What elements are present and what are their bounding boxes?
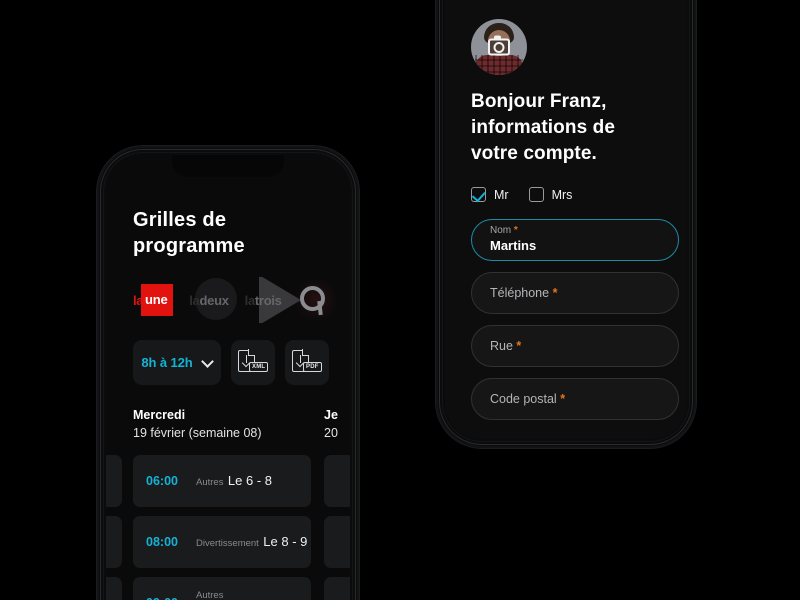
- salutation-group: Mr Mrs: [471, 187, 572, 202]
- list-item[interactable]: [324, 516, 350, 568]
- document-download-icon: PDF: [291, 349, 323, 376]
- day-name: Mercredi: [133, 408, 186, 422]
- checkbox-mrs[interactable]: Mrs: [528, 187, 573, 202]
- download-pdf-button[interactable]: PDF: [285, 340, 329, 385]
- phone-mockup-schedule: Grilles de programme la une ladeux latro…: [97, 146, 359, 600]
- slot-category: Autres: [196, 477, 224, 488]
- schedule-grid: 06:00 Autres Le 6 - 8 08:00 Divertisseme…: [106, 455, 350, 600]
- day-header-current: Mercredi 19 février (semaine 08): [133, 408, 262, 440]
- rue-field-label: Rue *: [490, 338, 522, 353]
- channel-tab-la-deux[interactable]: ladeux: [189, 278, 238, 321]
- channel-tab-o[interactable]: [293, 277, 338, 323]
- channel-label-la-deux: ladeux: [189, 292, 229, 308]
- table-row[interactable]: 09:00 Autres C'est vous qui le dites: [133, 577, 311, 600]
- account-form: Nom * Martins Téléphone * Rue * Code pos…: [471, 219, 679, 431]
- code-postal-field-label: Code postal *: [490, 391, 566, 406]
- list-item[interactable]: [324, 577, 350, 600]
- schedule-column-previous: [106, 455, 122, 600]
- avatar[interactable]: [471, 19, 527, 75]
- telephone-field[interactable]: Téléphone *: [471, 272, 679, 314]
- rue-field[interactable]: Rue *: [471, 325, 679, 367]
- phone-screen-schedule: Grilles de programme la une ladeux latro…: [106, 155, 350, 600]
- page-title: Grilles de programme: [133, 209, 245, 258]
- download-xml-label: XML: [249, 362, 269, 372]
- checkbox-mr[interactable]: Mr: [471, 187, 509, 202]
- channel-logo-la-une: une: [141, 284, 174, 316]
- day-date: 20: [324, 426, 338, 440]
- channel-tab-la-une[interactable]: la une: [133, 279, 174, 321]
- checkbox-unchecked-icon[interactable]: [528, 187, 544, 202]
- checkbox-mrs-label: Mrs: [551, 187, 573, 202]
- list-item[interactable]: [106, 455, 122, 507]
- toolbar: 8h à 12h XML PDF: [133, 340, 329, 385]
- schedule-column-current: 06:00 Autres Le 6 - 8 08:00 Divertisseme…: [133, 455, 311, 600]
- day-date: 19 février (semaine 08): [133, 426, 262, 440]
- phone-screen-account: Bonjour Franz, informations de votre com…: [445, 0, 687, 439]
- nom-field-value: Martins: [490, 238, 537, 254]
- time-range-select[interactable]: 8h à 12h: [133, 340, 221, 385]
- screenshot-canvas: Grilles de programme la une ladeux latro…: [0, 0, 800, 600]
- nom-field[interactable]: Nom * Martins: [471, 219, 679, 261]
- page-title: Bonjour Franz, informations de votre com…: [471, 91, 616, 165]
- chevron-down-icon: [202, 357, 213, 368]
- slot-title: Le 6 - 8: [227, 473, 273, 488]
- slot-category: Autres: [196, 590, 224, 600]
- slot-title: Le 8 - 9: [263, 534, 308, 549]
- slot-time: 08:00: [146, 535, 178, 549]
- document-download-icon: XML: [237, 349, 269, 376]
- list-item[interactable]: [106, 577, 122, 600]
- list-item[interactable]: [106, 516, 122, 568]
- telephone-field-label: Téléphone *: [490, 285, 558, 300]
- channel-logo-o-tail-icon: [316, 300, 323, 316]
- checkbox-checked-icon[interactable]: [471, 187, 486, 202]
- list-item[interactable]: [324, 455, 350, 507]
- day-name: Je: [324, 408, 338, 422]
- channel-tab-la-trois[interactable]: latrois: [244, 277, 301, 323]
- download-xml-button[interactable]: XML: [231, 340, 275, 385]
- phone-mockup-account: Bonjour Franz, informations de votre com…: [436, 0, 696, 448]
- camera-icon[interactable]: [488, 35, 510, 56]
- download-pdf-label: PDF: [303, 362, 322, 372]
- code-postal-field[interactable]: Code postal *: [471, 378, 679, 420]
- table-row[interactable]: 06:00 Autres Le 6 - 8: [133, 455, 311, 507]
- table-row[interactable]: 08:00 Divertissement Le 8 - 9: [133, 516, 311, 568]
- time-range-value: 8h à 12h: [141, 355, 193, 370]
- phone-notch: [172, 155, 284, 177]
- day-header-next: Je 20: [324, 408, 338, 440]
- channel-label-la-trois: latrois: [244, 292, 282, 308]
- schedule-column-next: [324, 455, 350, 600]
- channel-selector[interactable]: la une ladeux latrois: [106, 277, 350, 323]
- slot-time: 09:00: [146, 596, 191, 600]
- slot-time: 06:00: [146, 474, 178, 488]
- nom-field-label: Nom *: [490, 225, 518, 237]
- slot-category: Divertissement: [196, 538, 259, 549]
- checkbox-mr-label: Mr: [494, 187, 509, 202]
